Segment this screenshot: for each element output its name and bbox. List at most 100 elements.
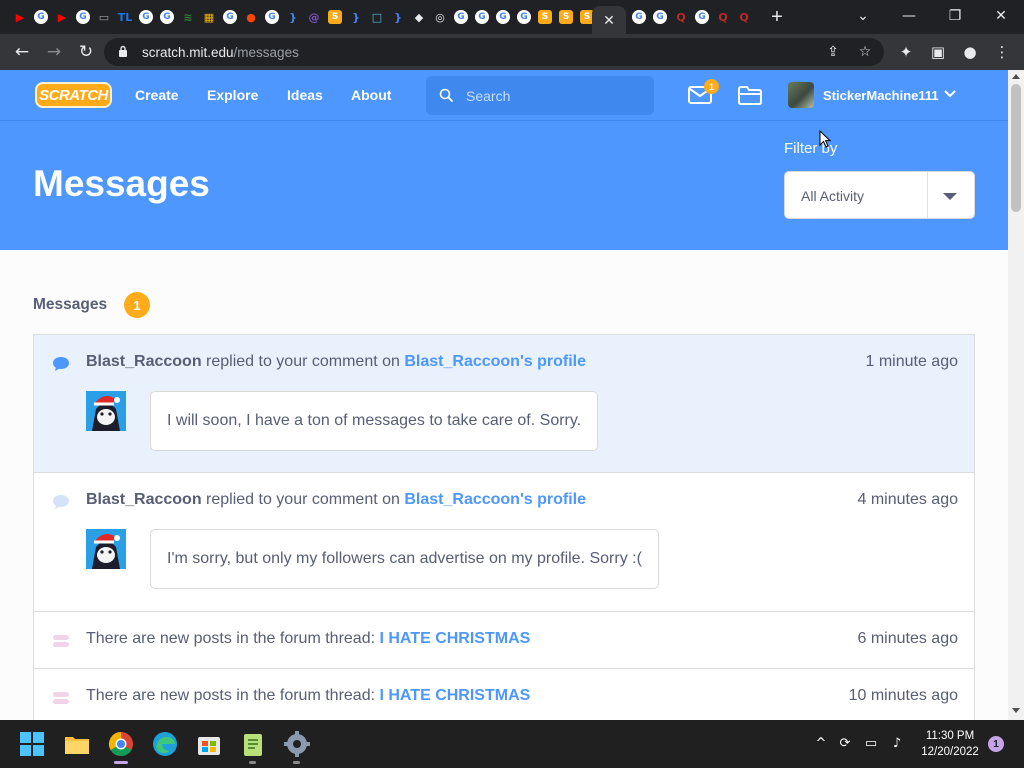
nav-explore[interactable]: Explore [207, 87, 258, 103]
browser-tab[interactable]: G [136, 6, 156, 28]
browser-tab[interactable]: Q [734, 6, 754, 28]
actor-avatar[interactable] [86, 391, 126, 431]
nav-create[interactable]: Create [135, 87, 179, 103]
bookmark-star-icon[interactable]: ☆ [856, 43, 874, 61]
browser-tab[interactable]: ▶ [10, 6, 30, 28]
edge-icon[interactable] [150, 729, 180, 759]
browser-tab[interactable]: ◎ [430, 6, 450, 28]
page-scrollbar[interactable] [1008, 70, 1024, 720]
browser-tab[interactable]: G [472, 6, 492, 28]
browser-tab[interactable]: G [262, 6, 282, 28]
nav-ideas[interactable]: Ideas [287, 87, 323, 103]
quora-icon: Q [676, 10, 686, 24]
browser-tab[interactable]: S [325, 6, 345, 28]
scroll-down-arrow-icon[interactable] [1012, 708, 1020, 713]
browser-tab[interactable]: □ [367, 6, 387, 28]
filter-select[interactable]: All Activity [784, 171, 975, 219]
browser-tab[interactable]: G [31, 6, 51, 28]
browser-tab[interactable]: TL [115, 6, 135, 28]
search-input[interactable]: Search [426, 76, 654, 115]
comment-bubble: I will soon, I have a ton of messages to… [150, 391, 599, 451]
search-placeholder: Search [466, 88, 511, 104]
forward-button[interactable]: → [42, 40, 66, 64]
file-explorer-icon[interactable] [62, 729, 92, 759]
browser-tab[interactable]: Q [671, 6, 691, 28]
reload-button[interactable]: ↻ [74, 40, 98, 64]
browser-tab[interactable]: ▦ [199, 6, 219, 28]
browser-tab[interactable]: } [283, 6, 303, 28]
extensions-icon[interactable]: ✦ [896, 42, 916, 62]
back-button[interactable]: ← [10, 40, 34, 64]
clock-time: 11:30 PM [925, 730, 975, 742]
nav-about[interactable]: About [351, 87, 391, 103]
browser-tab[interactable]: ▭ [94, 6, 114, 28]
quora-icon: Q [739, 10, 749, 24]
browser-tab[interactable]: G [220, 6, 240, 28]
forum-thread-link[interactable]: I HATE CHRISTMAS [379, 687, 530, 704]
browser-tab[interactable]: G [692, 6, 712, 28]
browser-tab[interactable]: G [514, 6, 534, 28]
browser-tab[interactable]: G [451, 6, 471, 28]
windows-start-icon[interactable] [18, 730, 46, 758]
restore-button[interactable]: ❐ [940, 4, 970, 28]
system-clock[interactable]: 11:30 PM 12/20/2022 [916, 728, 984, 760]
notepad-icon[interactable] [238, 729, 268, 759]
browser-tab[interactable]: G [650, 6, 670, 28]
network-icon[interactable]: ▭ [862, 734, 880, 752]
browser-tab[interactable]: ▶ [52, 6, 72, 28]
browser-tab[interactable]: } [346, 6, 366, 28]
browser-tab[interactable]: G [73, 6, 93, 28]
message-item: There are new posts in the forum thread:… [33, 668, 975, 720]
username[interactable]: StickerMachine111 [823, 88, 939, 103]
browser-tab[interactable]: G [629, 6, 649, 28]
notification-badge[interactable]: 1 [988, 736, 1004, 752]
address-bar[interactable]: scratch.mit.edu/messages ⇪ ☆ [104, 38, 884, 66]
tl-icon: TL [117, 10, 133, 24]
message-target-link[interactable]: Blast_Raccoon's profile [404, 491, 586, 508]
google-icon: G [34, 10, 48, 24]
user-avatar[interactable] [788, 82, 814, 108]
browser-tab[interactable]: ≋ [178, 6, 198, 28]
browser-tab[interactable]: S [556, 6, 576, 28]
google-icon: G [223, 10, 237, 24]
browser-tab[interactable]: G [493, 6, 513, 28]
message-actor-link[interactable]: Blast_Raccoon [86, 491, 202, 508]
volume-icon[interactable]: ♪ [888, 734, 906, 752]
browser-tab[interactable]: Q [713, 6, 733, 28]
close-window-button[interactable]: ✕ [986, 4, 1016, 28]
scroll-up-arrow-icon[interactable] [1012, 74, 1020, 79]
active-tab-close-icon[interactable]: ✕ [603, 12, 615, 29]
comment-bubble: I'm sorry, but only my followers can adv… [150, 529, 659, 589]
browser-tab[interactable]: ✕ [592, 6, 626, 34]
chevron-down-icon[interactable] [944, 90, 956, 98]
actor-avatar[interactable] [86, 529, 126, 569]
scratch-logo[interactable]: SCRATCH [35, 82, 112, 108]
browser-tab[interactable]: } [388, 6, 408, 28]
sync-icon[interactable]: ⟳ [836, 734, 854, 752]
youtube-icon: ▶ [57, 10, 67, 24]
tab-search-icon[interactable]: ⌄ [848, 4, 878, 28]
share-icon[interactable]: ⇪ [824, 43, 842, 61]
forum-thread-link[interactable]: I HATE CHRISTMAS [379, 630, 530, 647]
browser-tab-strip: ▶ G ▶ G ▭ TL G G ≋ ▦ G ● G} @ S} □} ◆ ◎ G G G G S S S ✕ G G Q G Q Q + ⌄… [0, 0, 1024, 34]
browser-tab[interactable]: G [157, 6, 177, 28]
profile-icon[interactable]: ● [960, 42, 980, 62]
chevron-up-icon[interactable]: ^ [812, 734, 830, 752]
chrome-icon[interactable] [106, 729, 136, 759]
settings-gear-icon[interactable] [282, 729, 312, 759]
browser-tab[interactable]: S [535, 6, 555, 28]
my-stuff-folder-icon[interactable] [738, 86, 762, 105]
new-tab-button[interactable]: + [766, 6, 788, 28]
minimize-button[interactable]: — [894, 4, 924, 28]
message-target-link[interactable]: Blast_Raccoon's profile [404, 353, 586, 370]
microsoft-store-icon[interactable] [194, 729, 224, 759]
google-icon: G [695, 10, 709, 24]
side-panel-icon[interactable]: ▣ [928, 42, 948, 62]
message-actor-link[interactable]: Blast_Raccoon [86, 353, 202, 370]
menu-kebab-icon[interactable]: ⋮ [992, 42, 1012, 62]
scrollbar-thumb[interactable] [1011, 84, 1021, 212]
google-icon: G [76, 10, 90, 24]
browser-tab[interactable]: ◆ [409, 6, 429, 28]
browser-tab[interactable]: @ [304, 6, 324, 28]
browser-tab[interactable]: ● [241, 6, 261, 28]
